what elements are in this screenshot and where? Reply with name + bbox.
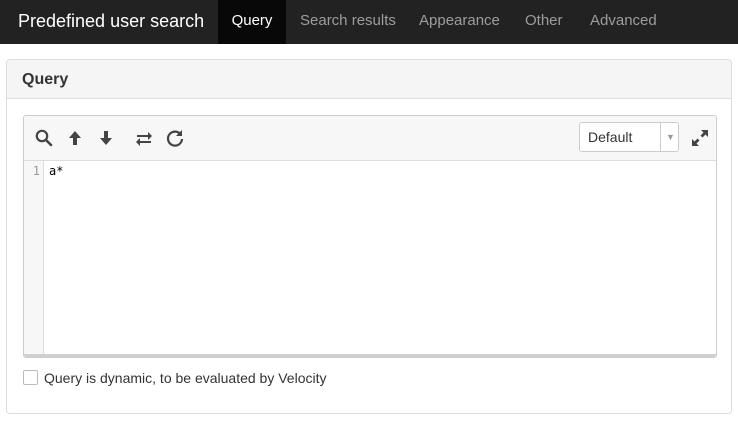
mode-select[interactable]: Default ▼ <box>579 122 679 152</box>
query-editor: Default ▼ 1 a* <box>23 115 717 358</box>
expand-icon[interactable] <box>690 128 710 148</box>
refresh-icon[interactable] <box>165 128 185 148</box>
tab-advanced[interactable]: Advanced <box>590 0 657 44</box>
tab-search-results[interactable]: Search results <box>300 0 396 44</box>
code-line[interactable]: a* <box>49 164 63 178</box>
arrow-down-icon[interactable] <box>96 128 116 148</box>
query-panel: Query Default ▼ 1 a* Query is dynamic, t… <box>6 59 732 414</box>
dynamic-query-label[interactable]: Query is dynamic, to be evaluated by Vel… <box>44 370 326 386</box>
mode-select-value: Default <box>588 129 633 145</box>
top-navbar: Predefined user search Query Search resu… <box>0 0 738 44</box>
panel-title: Query <box>22 71 69 88</box>
app-brand[interactable]: Predefined user search <box>18 0 204 44</box>
dynamic-query-checkbox[interactable] <box>23 370 38 385</box>
arrow-up-icon[interactable] <box>65 128 85 148</box>
editor-toolbar: Default ▼ <box>24 116 716 161</box>
chevron-down-icon: ▼ <box>666 132 675 142</box>
tab-other[interactable]: Other <box>525 0 563 44</box>
line-gutter: 1 <box>24 161 44 354</box>
select-divider <box>660 123 661 151</box>
line-number: 1 <box>32 164 40 178</box>
tab-query[interactable]: Query <box>218 0 286 44</box>
panel-heading: Query <box>7 60 731 99</box>
replace-icon[interactable] <box>134 128 154 148</box>
code-area[interactable]: 1 a* <box>24 161 716 357</box>
search-icon[interactable] <box>34 128 54 148</box>
tab-appearance[interactable]: Appearance <box>419 0 500 44</box>
